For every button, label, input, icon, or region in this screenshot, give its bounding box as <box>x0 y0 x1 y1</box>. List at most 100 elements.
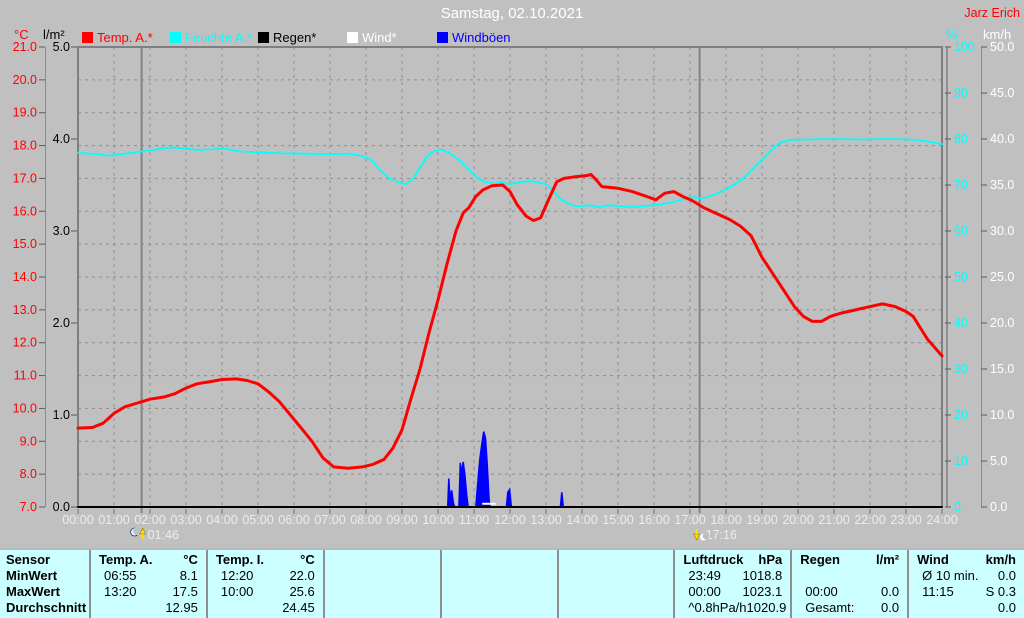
temp-axis-label: 7.0 <box>20 500 37 514</box>
stats-value-cell: 0.0 <box>881 584 900 599</box>
stats-value-row: 12:20 22.0 <box>208 568 323 584</box>
x-axis-label: 04:00 <box>206 513 237 527</box>
x-axis-label: 22:00 <box>854 513 885 527</box>
x-axis-label: 21:00 <box>818 513 849 527</box>
temp-a-swatch-icon <box>82 32 93 43</box>
series-windboeen-spikes <box>458 461 470 508</box>
x-axis-label: 03:00 <box>170 513 201 527</box>
stats-col-unit: °C <box>300 552 315 567</box>
legend-label: Temp. A.* <box>97 30 153 45</box>
humidity-axis-label: 50 <box>954 270 968 284</box>
weather-app-window: 21.0 20.0 19.0 18.0 17.0 16.0 15.0 14.0 13.0 12.0… <box>0 0 1024 618</box>
axis-unit-humidity: % <box>946 27 958 42</box>
legend-item-regen[interactable]: Regen* <box>258 30 316 45</box>
legend-label: Feuchte A.* <box>185 30 253 45</box>
stats-value-cell: 1018.8 <box>742 568 783 583</box>
x-axis-label: 06:00 <box>278 513 309 527</box>
stats-value-row: 0.0 <box>909 600 1024 616</box>
stats-time-cell: 10:00 <box>220 584 254 599</box>
x-axis-label: 13:00 <box>530 513 561 527</box>
stats-time-cell: 12:20 <box>220 568 254 583</box>
x-axis-label: 11:00 <box>459 513 489 527</box>
stats-time-cell: 11:15 <box>922 584 954 599</box>
stats-col-temp-a-: Temp. A. °C 06:55 8.1 13:20 17.5 12.95 <box>89 550 206 618</box>
stats-col-unit: hPa <box>758 552 783 567</box>
stats-value-row <box>559 584 674 600</box>
stats-row-label: Sensor <box>6 552 51 567</box>
x-axis-label: 23:00 <box>890 513 921 527</box>
user-name-label: Jarz Erich <box>964 6 1020 20</box>
x-axis-label: 09:00 <box>386 513 417 527</box>
stats-value-cell: 0.0 <box>997 600 1016 615</box>
stats-row-label: MinWert <box>6 568 58 583</box>
humidity-axis-label: 40 <box>954 316 968 330</box>
x-axis-label: 20:00 <box>782 513 813 527</box>
stats-value-row <box>792 568 907 584</box>
legend-item-windboeen[interactable]: Windböen <box>437 30 511 45</box>
humidity-axis-label: 60 <box>954 224 968 238</box>
stats-time-cell: 00:00 <box>688 584 721 599</box>
x-axis-label: 14:00 <box>566 513 597 527</box>
x-axis-label: 18:00 <box>710 513 741 527</box>
stats-value-row: Ø 10 min. 0.0 <box>909 568 1024 584</box>
stats-col-title: Temp. I. <box>215 552 265 567</box>
stats-value-cell: 12.95 <box>165 600 198 615</box>
weather-chart-canvas: 21.0 20.0 19.0 18.0 17.0 16.0 15.0 14.0 13.0 12.0… <box>13 40 1015 542</box>
stats-col-empty <box>322 550 440 618</box>
legend-label: Regen* <box>273 30 317 45</box>
feuchte-a-swatch-icon <box>170 32 181 43</box>
temp-axis-label: 18.0 <box>13 139 37 153</box>
x-axis-label: 24:00 <box>926 513 957 527</box>
x-axis-label: 19:00 <box>746 513 777 527</box>
stats-col-title: Temp. A. <box>99 552 153 567</box>
stats-value-row <box>442 584 557 600</box>
wind-axis-label: 35.0 <box>990 178 1014 192</box>
stats-col-unit: l/m² <box>876 552 900 567</box>
stats-value-row <box>325 584 440 600</box>
stats-value-cell: 22.0 <box>289 568 315 583</box>
humidity-axis-label: 20 <box>954 408 968 422</box>
stats-value-row <box>325 600 440 616</box>
marker-time-label: 01:46 <box>148 528 179 542</box>
stats-row-labels: Sensor MinWert MaxWert Durchschnitt <box>0 550 89 618</box>
rain-axis-label: 4.0 <box>53 132 70 146</box>
stats-value-row: 10:00 25.6 <box>208 584 323 600</box>
wind-axis-label: 50.0 <box>990 40 1014 54</box>
stats-col-title: Regen <box>800 552 840 567</box>
temp-axis-label: 8.0 <box>20 467 37 481</box>
wind-axis-label: 25.0 <box>990 270 1014 284</box>
page-title: Samstag, 02.10.2021 <box>440 5 584 22</box>
humidity-axis-label: 10 <box>954 454 968 468</box>
humidity-axis-label: 90 <box>954 86 968 100</box>
temp-axis-label: 17.0 <box>13 171 37 185</box>
legend-label: Wind* <box>362 30 397 45</box>
humidity-axis-label: 80 <box>954 132 968 146</box>
stats-col-title: Wind <box>917 552 949 567</box>
stats-row-label: Durchschnitt <box>6 600 87 615</box>
legend-item-feuchte-a[interactable]: Feuchte A.* <box>170 30 252 45</box>
stats-value-row: Gesamt: 0.0 <box>792 600 907 616</box>
temp-axis-label: 13.0 <box>13 303 37 317</box>
temp-axis-label: 11.0 <box>14 369 37 383</box>
series-windboeen-spikes <box>446 478 456 508</box>
sunset-arrow-icon <box>695 529 698 534</box>
rain-axis-label: 3.0 <box>53 224 70 238</box>
stats-value-cell: 1020.9 <box>746 600 787 615</box>
stats-col-luftdruck: Luftdruck hPa 23:49 1018.8 00:00 1023.1 ^0.8hP… <box>673 550 790 618</box>
stats-value-row <box>325 568 440 584</box>
legend-item-temp-a[interactable]: Temp. A.* <box>82 30 153 45</box>
rain-axis-label: 2.0 <box>53 316 70 330</box>
windboeen-swatch-icon <box>437 32 448 43</box>
stats-col-empty <box>439 550 557 618</box>
legend-item-wind[interactable]: Wind* <box>347 30 397 45</box>
stats-value-cell: 17.5 <box>172 584 198 599</box>
stats-table: Sensor MinWert MaxWert Durchschnitt Temp. A.… <box>0 548 1024 618</box>
stats-value-row: 00:00 1023.1 <box>675 584 790 600</box>
stats-value-cell: 24.45 <box>282 600 315 615</box>
wind-axis-label: 5.0 <box>990 454 1007 468</box>
stats-value-row <box>559 600 674 616</box>
humidity-axis-label: 70 <box>954 178 968 192</box>
series-windboeen-spikes <box>474 431 492 508</box>
series-windboeen-spikes <box>505 487 513 508</box>
moonset-icon <box>702 532 710 540</box>
